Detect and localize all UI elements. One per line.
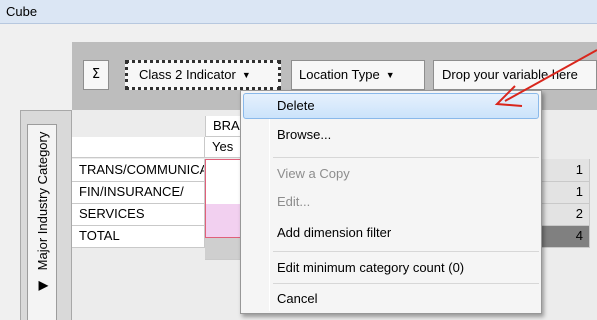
grand-total-value: 4 [540,226,590,248]
column-header-yes: Yes [205,137,245,158]
row-total-value: 2 [540,204,590,226]
menu-separator [273,157,539,158]
sigma-icon: Σ [91,67,101,82]
menu-item-label: Cancel [277,291,318,306]
menu-separator [273,283,539,284]
column-header-bra: BRA [205,116,245,137]
menu-item-cancel[interactable]: Cancel [243,286,539,312]
dropdown-caret-icon: ▼ [241,70,251,80]
table-row-label: FIN/INSURANCE/ [72,182,205,204]
drop-variable-target[interactable]: Drop your variable here [433,60,597,90]
row-dimension-label: Major Industry Category [34,132,50,271]
menu-item-browse[interactable]: Browse... [243,122,539,148]
menu-item-label: Edit minimum category count (0) [277,260,465,275]
menu-item-label: View a Copy [277,166,350,181]
menu-item-edit: Edit... [243,189,539,215]
menu-separator [273,251,539,252]
table-row-label: SERVICES [72,204,205,226]
table-row-label: TRANS/COMMUNICATION [72,159,205,182]
menu-item-delete[interactable]: Delete [243,93,539,119]
location-type-label: Location Type [299,67,380,82]
row-total-value: 1 [540,159,590,182]
menu-item-add-dimension-filter[interactable]: Add dimension filter [243,220,539,246]
location-type-dimension-button[interactable]: Location Type ▼ [291,60,425,90]
column-total-header [540,116,590,159]
collapse-arrow-icon[interactable]: ◀ [35,274,50,293]
menu-item-view-copy: View a Copy [243,161,539,187]
class-indicator-dimension-button[interactable]: Class 2 Indicator ▼ [125,60,281,90]
context-menu: Delete Browse... View a Copy Edit... Add… [240,90,542,314]
menu-item-label: Browse... [277,127,332,142]
data-cell[interactable] [205,159,243,204]
window-title: Cube [6,4,38,19]
row-total-value: 1 [540,182,590,204]
menu-item-label: Delete [277,98,315,113]
menu-item-edit-min-category-count[interactable]: Edit minimum category count (0) [243,255,539,281]
data-cell-selected[interactable] [205,204,243,238]
sum-button[interactable]: Σ [83,60,109,90]
total-cell [205,238,243,260]
menu-item-label: Add dimension filter [277,225,392,240]
table-row-label: TOTAL [72,226,205,248]
row-dimension-label-wrap: ◀ Major Industry Category [27,124,57,320]
grid-corner [72,110,205,131]
class-indicator-label: Class 2 Indicator [139,67,236,82]
dropdown-caret-icon: ▼ [385,70,395,80]
row-header-spacer [72,137,205,158]
drop-variable-label: Drop your variable here [442,67,578,82]
window-titlebar: Cube [0,0,597,24]
menu-item-label: Edit... [277,194,311,209]
